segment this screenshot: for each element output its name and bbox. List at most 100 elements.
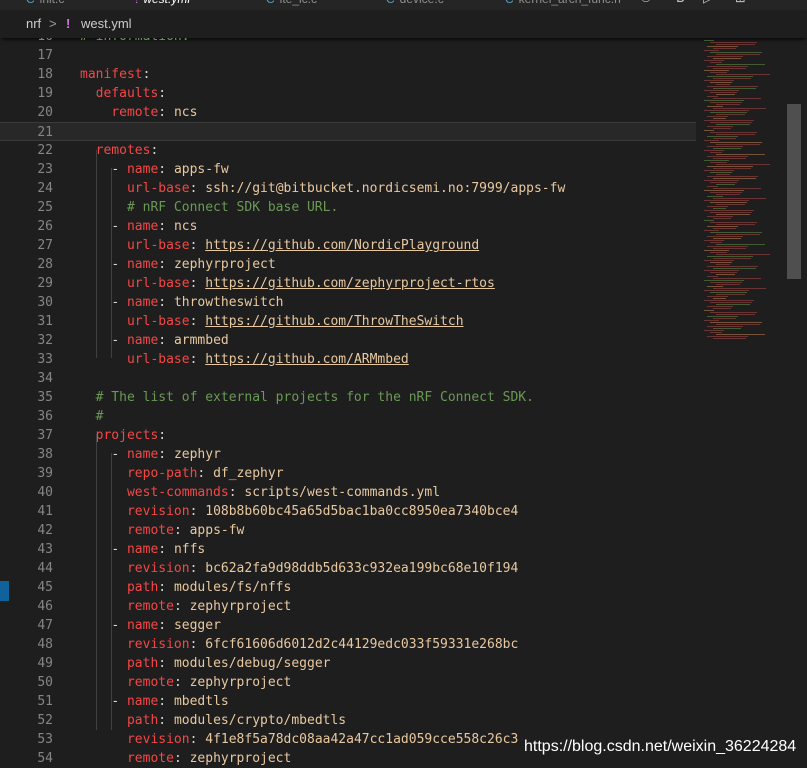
- code-line[interactable]: 16 # information.: [0, 38, 700, 46]
- layout-icon[interactable]: ⊞: [735, 0, 746, 6]
- line-number: 20: [37, 105, 53, 120]
- minimap-line: [710, 302, 752, 303]
- code-line[interactable]: 24 url-base: ssh://git@bitbucket.nordics…: [0, 179, 700, 198]
- indent-guide: [111, 453, 112, 730]
- tab-4[interactable]: Ckernel_arch_func.h: [505, 0, 621, 10]
- minimap-line: [704, 150, 724, 151]
- minimap-line: [710, 192, 742, 193]
- code-line[interactable]: 47 - name: segger: [0, 616, 700, 635]
- code-line[interactable]: 32 - name: armmbed: [0, 331, 700, 350]
- minimap-line: [704, 160, 729, 161]
- minimap-line: [704, 300, 754, 301]
- run-icon[interactable]: ▷: [703, 0, 713, 6]
- code-line[interactable]: 20 remote: ncs: [0, 103, 700, 122]
- minimap-line: [704, 280, 744, 281]
- minimap-line: [716, 334, 765, 335]
- code-line[interactable]: 17: [0, 46, 700, 65]
- tab-3[interactable]: Cdevice.c: [386, 0, 444, 10]
- code-line[interactable]: 50 remote: zephyrproject: [0, 673, 700, 692]
- minimap-line: [704, 170, 734, 171]
- minimap-line: [710, 52, 762, 53]
- minimap-line: [707, 46, 738, 47]
- bold-icon[interactable]: B: [676, 0, 685, 6]
- minimap-line: [716, 264, 730, 265]
- tab-label: lte_lc.c: [280, 0, 317, 6]
- code-line[interactable]: 23 - name: apps-fw: [0, 160, 700, 179]
- minimap-line: [710, 222, 757, 223]
- code-line[interactable]: 30 - name: throwtheswitch: [0, 293, 700, 312]
- code-line[interactable]: 46 remote: zephyrproject: [0, 597, 700, 616]
- minimap-line: [710, 92, 737, 93]
- minimap-line: [707, 316, 738, 317]
- minimap-line: [710, 322, 762, 323]
- code-text: revision: 4f1e8f5a78dc08aa42a47cc1ad059c…: [126, 732, 519, 747]
- code-line[interactable]: 40 west-commands: scripts/west-commands.…: [0, 483, 700, 502]
- code-line[interactable]: 29 url-base: https://github.com/zephyrpr…: [0, 274, 700, 293]
- minimap-line: [707, 296, 728, 297]
- code-line[interactable]: 48 revision: 6fcf61606d6012d2c44129edc03…: [0, 635, 700, 654]
- code-line[interactable]: 43 - name: nffs: [0, 540, 700, 559]
- minimap-line: [707, 226, 738, 227]
- minimap-line: [710, 262, 732, 263]
- code-line[interactable]: 51 - name: mbedtls: [0, 692, 700, 711]
- code-line[interactable]: 28 - name: zephyrproject: [0, 255, 700, 274]
- code-line[interactable]: 41 revision: 108b8b60bc45a65d5bac1ba0cc8…: [0, 502, 700, 521]
- code-editor[interactable]: 16 # information. 17 18 manifest: 19 defaults…: [0, 38, 700, 768]
- split-editor-icon[interactable]: ⚇: [640, 0, 652, 6]
- tab-0[interactable]: Cinit.c: [26, 0, 64, 10]
- code-line[interactable]: 49 path: modules/debug/segger: [0, 654, 700, 673]
- indent-guide: [96, 434, 97, 730]
- minimap-line: [707, 126, 733, 127]
- minimap-line: [707, 56, 743, 57]
- code-line[interactable]: 38 - name: zephyr: [0, 445, 700, 464]
- code-line[interactable]: 31 url-base: https://github.com/ThrowThe…: [0, 312, 700, 331]
- minimap-line: [713, 78, 751, 79]
- code-line[interactable]: 44 revision: bc62a2fa9d98ddb5d633c932ea1…: [0, 559, 700, 578]
- code-line[interactable]: 22 remotes:: [0, 141, 700, 160]
- code-line[interactable]: 37 projects:: [0, 426, 700, 445]
- minimap-line: [707, 336, 748, 337]
- code-line[interactable]: 36 #: [0, 407, 700, 426]
- tab-2[interactable]: Clte_lc.c: [266, 0, 317, 10]
- minimap-line: [716, 294, 745, 295]
- code-line[interactable]: 25 # nRF Connect SDK base URL.: [0, 198, 700, 217]
- line-number: 26: [37, 219, 53, 234]
- tab-1[interactable]: ! west.yml: [135, 0, 190, 10]
- code-text: revision: 6fcf61606d6012d2c44129edc033f5…: [126, 637, 519, 652]
- code-line[interactable]: 21: [0, 122, 696, 141]
- breadcrumb-file[interactable]: west.yml: [81, 10, 132, 38]
- line-number: 47: [37, 618, 53, 633]
- minimap[interactable]: [700, 38, 788, 768]
- minimap-line: [704, 240, 724, 241]
- minimap-line: [716, 124, 750, 125]
- code-line[interactable]: 42 remote: apps-fw: [0, 521, 700, 540]
- code-line[interactable]: 39 repo-path: df_zephyr: [0, 464, 700, 483]
- minimap-line: [710, 172, 732, 173]
- code-text: remote: ncs: [111, 105, 198, 120]
- minimap-line: [716, 64, 765, 65]
- scrollbar-thumb[interactable]: [787, 104, 801, 279]
- breadcrumb-folder[interactable]: nrf: [26, 10, 41, 38]
- code-line[interactable]: 33 url-base: https://github.com/ARMmbed: [0, 350, 700, 369]
- code-line[interactable]: 45 path: modules/fs/nffs: [0, 578, 700, 597]
- code-line[interactable]: 19 defaults:: [0, 84, 700, 103]
- code-line[interactable]: 26 - name: ncs: [0, 217, 700, 236]
- code-line[interactable]: 35 # The list of external projects for t…: [0, 388, 700, 407]
- code-text: - name: zephyr: [111, 447, 221, 462]
- code-text: #: [95, 409, 104, 424]
- minimap-line: [707, 266, 758, 267]
- line-number: 34: [37, 371, 53, 386]
- minimap-line: [716, 244, 765, 245]
- code-text: remotes:: [95, 143, 159, 158]
- line-number: 49: [37, 656, 53, 671]
- code-line[interactable]: 27 url-base: https://github.com/NordicPl…: [0, 236, 700, 255]
- line-number: 33: [37, 352, 53, 367]
- minimap-line: [707, 276, 718, 277]
- code-line[interactable]: 52 path: modules/crypto/mbedtls: [0, 711, 700, 730]
- minimap-line: [713, 318, 736, 319]
- code-line[interactable]: 18 manifest:: [0, 65, 700, 84]
- minimap-line: [716, 314, 755, 315]
- minimap-line: [704, 110, 749, 111]
- line-number: 42: [37, 523, 53, 538]
- code-line[interactable]: 34: [0, 369, 700, 388]
